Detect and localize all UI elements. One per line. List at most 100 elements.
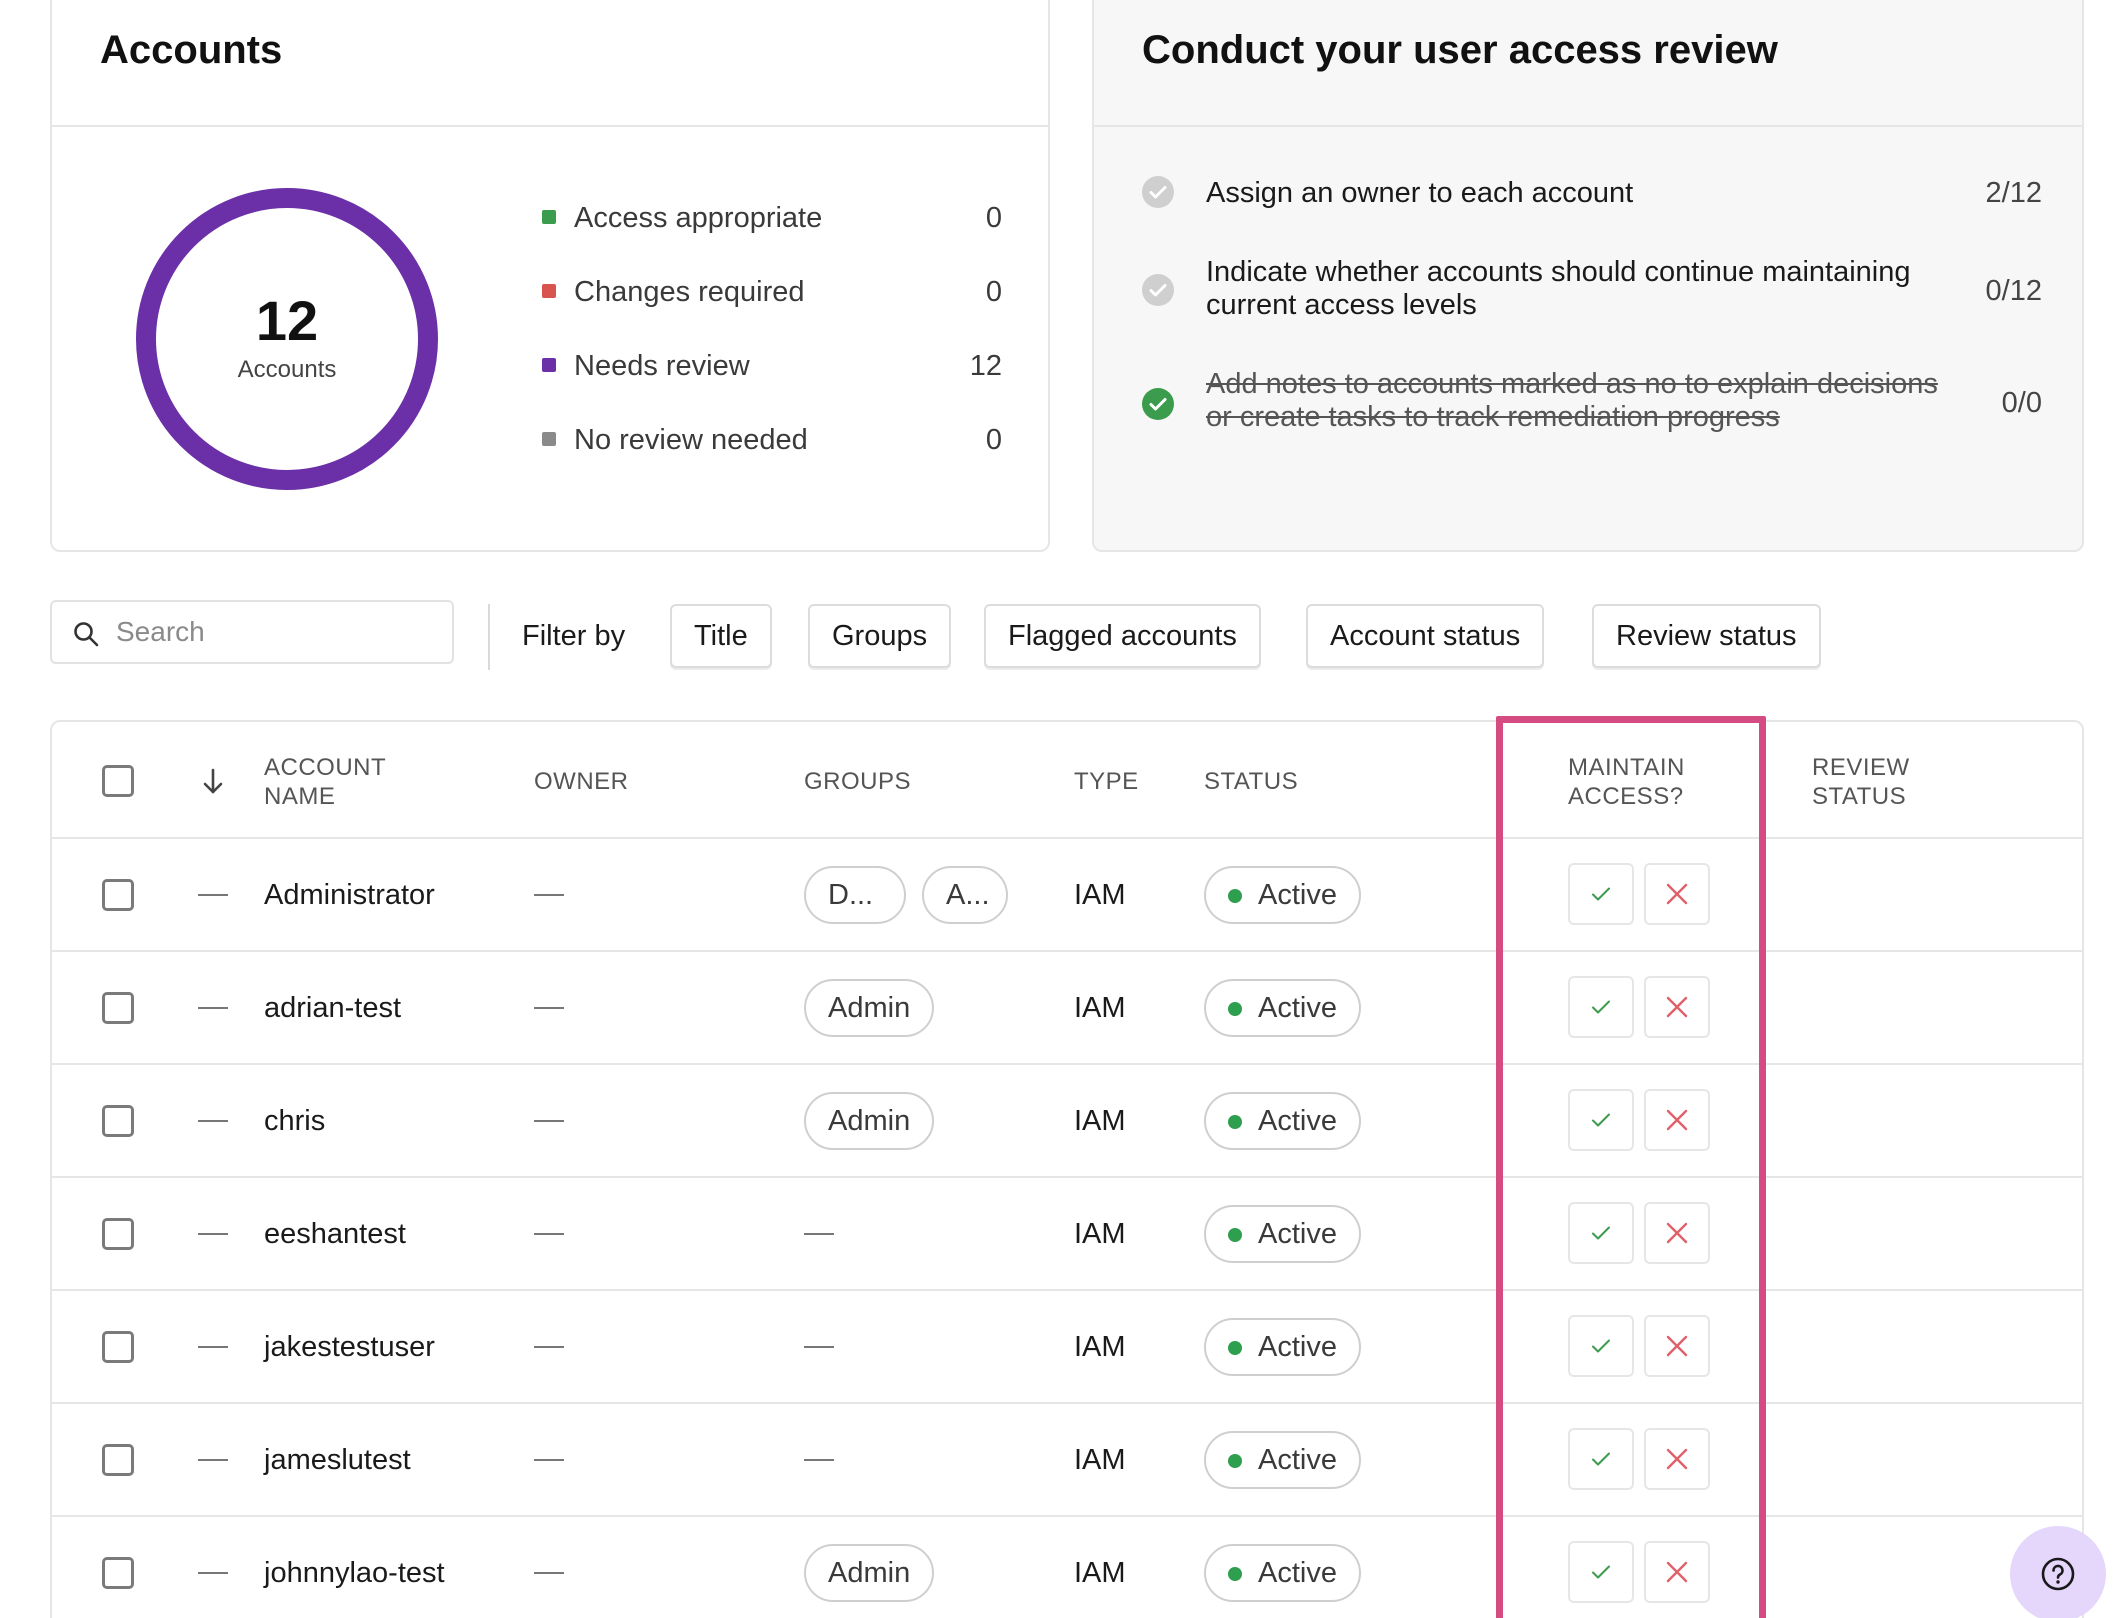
account-type: IAM — [1074, 992, 1126, 1024]
search-field[interactable] — [50, 600, 454, 664]
account-type: IAM — [1074, 1105, 1126, 1137]
task-maintain-access: Indicate whether accounts should continu… — [1142, 256, 2042, 326]
column-header-groups[interactable]: GROUPS — [804, 767, 911, 796]
revoke-access-button[interactable] — [1644, 1315, 1710, 1377]
table-row[interactable]: Administrator D... A... IAM Active — [52, 839, 2082, 952]
filter-groups-button[interactable]: Groups — [808, 604, 952, 668]
legend-item-needs-review: Needs review 12 — [542, 344, 1002, 388]
account-name[interactable]: adrian-test — [264, 992, 401, 1025]
table-row[interactable]: johnnylao-test Admin IAM Active — [52, 1517, 2082, 1618]
account-name[interactable]: jakestestuser — [264, 1331, 435, 1364]
approve-access-button[interactable] — [1568, 1428, 1634, 1490]
status-dot — [1228, 1002, 1242, 1016]
account-type: IAM — [1074, 1557, 1126, 1589]
filter-review-status-button[interactable]: Review status — [1592, 604, 1821, 668]
review-card-title: Conduct your user access review — [1142, 28, 1778, 72]
owner-empty-dash — [534, 1233, 564, 1235]
legend-dot-green — [542, 210, 556, 224]
check-icon — [1592, 1565, 1610, 1579]
group-pill[interactable]: Admin — [804, 979, 935, 1037]
revoke-access-button[interactable] — [1644, 976, 1710, 1038]
group-pill[interactable]: Admin — [804, 1544, 935, 1602]
arrow-down-icon[interactable] — [198, 766, 228, 796]
approve-access-button[interactable] — [1568, 976, 1634, 1038]
account-type: IAM — [1074, 1444, 1126, 1476]
table-row[interactable]: chris Admin IAM Active — [52, 1065, 2082, 1178]
account-name[interactable]: Administrator — [264, 879, 435, 912]
row-checkbox[interactable] — [102, 1218, 134, 1250]
close-icon — [1666, 996, 1688, 1018]
revoke-access-button[interactable] — [1644, 1202, 1710, 1264]
row-checkbox[interactable] — [102, 992, 134, 1024]
groups-empty-dash — [804, 1233, 834, 1235]
approve-access-button[interactable] — [1568, 863, 1634, 925]
groups-empty-dash — [804, 1459, 834, 1461]
row-checkbox[interactable] — [102, 1557, 134, 1589]
flag-placeholder-dash — [198, 1007, 228, 1009]
row-checkbox[interactable] — [102, 1105, 134, 1137]
table-row[interactable]: jameslutest IAM Active — [52, 1404, 2082, 1517]
legend-item-changes-required: Changes required 0 — [542, 270, 1002, 314]
table-row[interactable]: adrian-test Admin IAM Active — [52, 952, 2082, 1065]
task-assign-owner: Assign an owner to each account 2/12 — [1142, 174, 2042, 214]
task-count: 2/12 — [1985, 177, 2042, 209]
row-checkbox[interactable] — [102, 1331, 134, 1363]
column-header-owner[interactable]: OWNER — [534, 767, 629, 796]
table-row[interactable]: jakestestuser IAM Active — [52, 1291, 2082, 1404]
task-add-notes: Add notes to accounts marked as no to ex… — [1142, 368, 2042, 438]
access-review-card: Conduct your user access review Assign a… — [1092, 0, 2084, 552]
account-name[interactable]: johnnylao-test — [264, 1557, 445, 1590]
legend-count: 0 — [985, 276, 1002, 308]
flag-placeholder-dash — [198, 894, 228, 896]
approve-access-button[interactable] — [1568, 1202, 1634, 1264]
revoke-access-button[interactable] — [1644, 1089, 1710, 1151]
filter-account-status-button[interactable]: Account status — [1306, 604, 1545, 668]
column-header-review-status[interactable]: REVIEW STATUS — [1812, 753, 1942, 811]
status-dot — [1228, 1454, 1242, 1468]
approve-access-button[interactable] — [1568, 1315, 1634, 1377]
check-icon — [1592, 1452, 1610, 1466]
revoke-access-button[interactable] — [1644, 1428, 1710, 1490]
approve-access-button[interactable] — [1568, 1541, 1634, 1603]
group-pill[interactable]: Admin — [804, 1092, 935, 1150]
status-dot — [1228, 1567, 1242, 1581]
filter-flagged-accounts-button[interactable]: Flagged accounts — [984, 604, 1261, 668]
column-header-account-name[interactable]: ACCOUNT NAME — [264, 753, 414, 811]
legend-label: Access appropriate — [574, 202, 823, 234]
account-name[interactable]: jameslutest — [264, 1444, 411, 1477]
status-label: Active — [1258, 1218, 1337, 1250]
status-badge: Active — [1204, 1318, 1361, 1376]
column-header-type[interactable]: TYPE — [1074, 767, 1139, 796]
question-circle-icon — [2041, 1557, 2075, 1591]
table-row[interactable]: eeshantest IAM Active — [52, 1178, 2082, 1291]
column-header-status[interactable]: STATUS — [1204, 767, 1298, 796]
account-name[interactable]: chris — [264, 1105, 325, 1138]
select-all-checkbox[interactable] — [102, 765, 134, 797]
task-text: Add notes to accounts marked as no to ex… — [1206, 368, 1938, 433]
filter-title-button[interactable]: Title — [670, 604, 772, 668]
donut-total-caption: Accounts — [237, 356, 337, 383]
pending-check-icon — [1142, 176, 1174, 208]
revoke-access-button[interactable] — [1644, 863, 1710, 925]
account-name[interactable]: eeshantest — [264, 1218, 406, 1251]
help-button[interactable] — [2010, 1526, 2106, 1618]
status-dot — [1228, 889, 1242, 903]
row-checkbox[interactable] — [102, 879, 134, 911]
group-pill[interactable]: A... — [922, 866, 1008, 924]
review-card-header: Conduct your user access review — [1094, 0, 2082, 127]
search-icon — [74, 622, 99, 647]
legend-item-no-review-needed: No review needed 0 — [542, 418, 1002, 462]
row-checkbox[interactable] — [102, 1444, 134, 1476]
approve-access-button[interactable] — [1568, 1089, 1634, 1151]
group-pill[interactable]: D... — [804, 866, 906, 924]
search-input[interactable] — [116, 610, 436, 654]
status-dot — [1228, 1115, 1242, 1129]
check-icon — [1592, 1226, 1610, 1240]
legend-count: 12 — [969, 350, 1002, 382]
check-icon — [1592, 1113, 1610, 1127]
column-header-maintain-access[interactable]: MAINTAIN ACCESS? — [1568, 753, 1718, 811]
revoke-access-button[interactable] — [1644, 1541, 1710, 1603]
owner-empty-dash — [534, 1346, 564, 1348]
account-type: IAM — [1074, 879, 1126, 911]
owner-empty-dash — [534, 894, 564, 896]
